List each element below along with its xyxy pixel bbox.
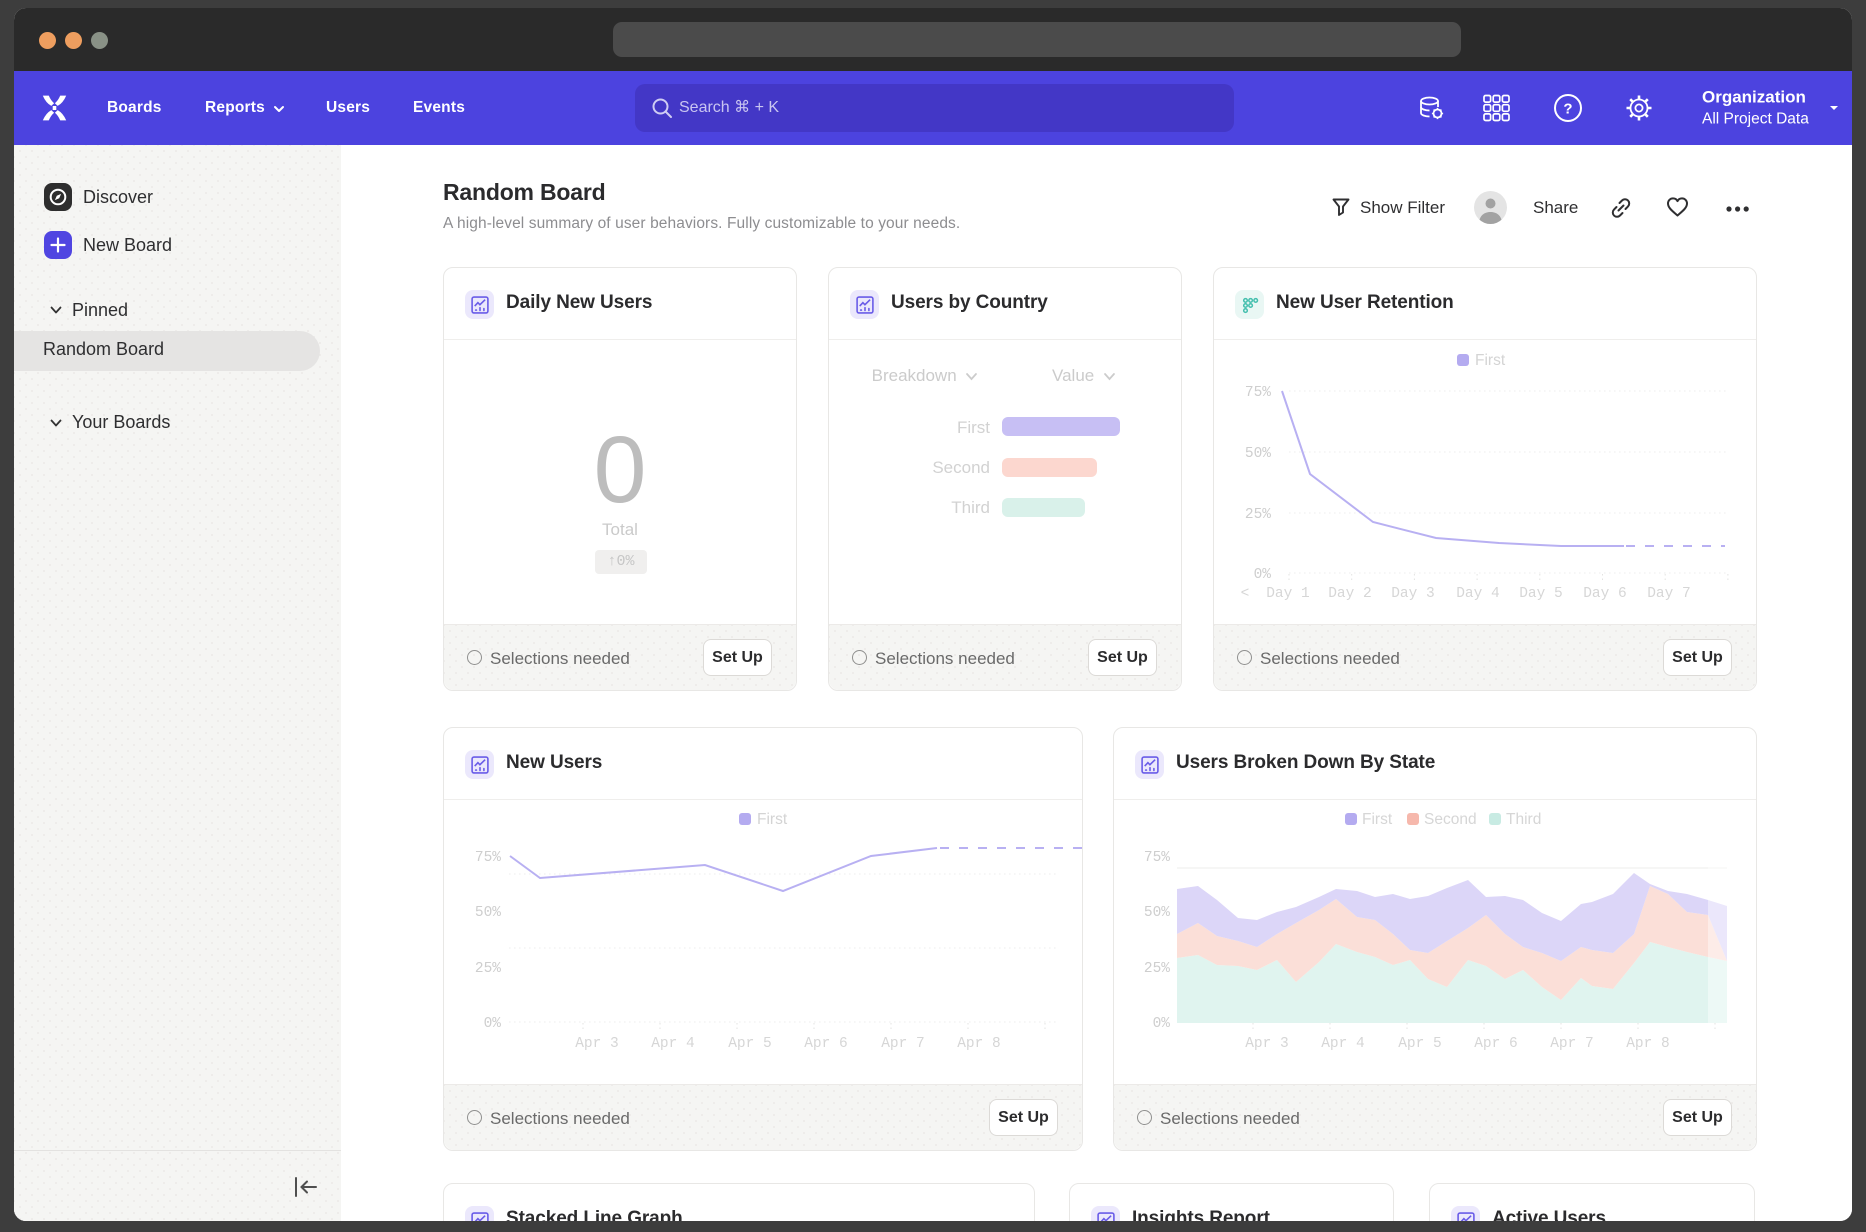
svg-text:50%: 50% [1144,905,1170,921]
svg-text:50%: 50% [475,905,501,921]
svg-text:25%: 25% [1245,507,1271,523]
svg-text:<: < [1241,586,1250,602]
svg-text:Day 6: Day 6 [1583,586,1627,602]
svg-text:Apr 5: Apr 5 [728,1036,772,1052]
svg-text:Day 5: Day 5 [1519,586,1563,602]
svg-text:Apr 5: Apr 5 [1398,1036,1442,1052]
svg-text:0%: 0% [1153,1016,1171,1032]
svg-text:75%: 75% [475,850,501,866]
svg-text:Apr 4: Apr 4 [1321,1036,1365,1052]
svg-text:Apr 3: Apr 3 [575,1036,619,1052]
svg-text:?: ? [1563,101,1572,118]
svg-text:75%: 75% [1245,385,1271,401]
svg-text:Day 2: Day 2 [1328,586,1372,602]
svg-text:Day 4: Day 4 [1456,586,1500,602]
svg-text:Apr 8: Apr 8 [1626,1036,1670,1052]
svg-text:Third: Third [1506,811,1541,828]
svg-text:First: First [1362,811,1393,828]
svg-text:Day 3: Day 3 [1391,586,1435,602]
svg-text:Apr 7: Apr 7 [881,1036,925,1052]
svg-text:Apr 8: Apr 8 [957,1036,1001,1052]
svg-text:First: First [1475,352,1506,369]
svg-text:0%: 0% [484,1016,502,1032]
svg-text:25%: 25% [1144,961,1170,977]
svg-text:Apr 6: Apr 6 [1474,1036,1518,1052]
svg-text:Day 1: Day 1 [1266,586,1310,602]
svg-text:0%: 0% [1254,567,1272,583]
svg-text:Apr 3: Apr 3 [1245,1036,1289,1052]
svg-text:75%: 75% [1144,850,1170,866]
svg-text:Apr 6: Apr 6 [804,1036,848,1052]
svg-text:25%: 25% [475,961,501,977]
svg-text:Day 7: Day 7 [1647,586,1691,602]
svg-text:Apr 4: Apr 4 [651,1036,695,1052]
svg-text:Second: Second [1424,811,1477,828]
svg-text:50%: 50% [1245,446,1271,462]
svg-text:Apr 7: Apr 7 [1550,1036,1594,1052]
svg-text:First: First [757,811,788,828]
